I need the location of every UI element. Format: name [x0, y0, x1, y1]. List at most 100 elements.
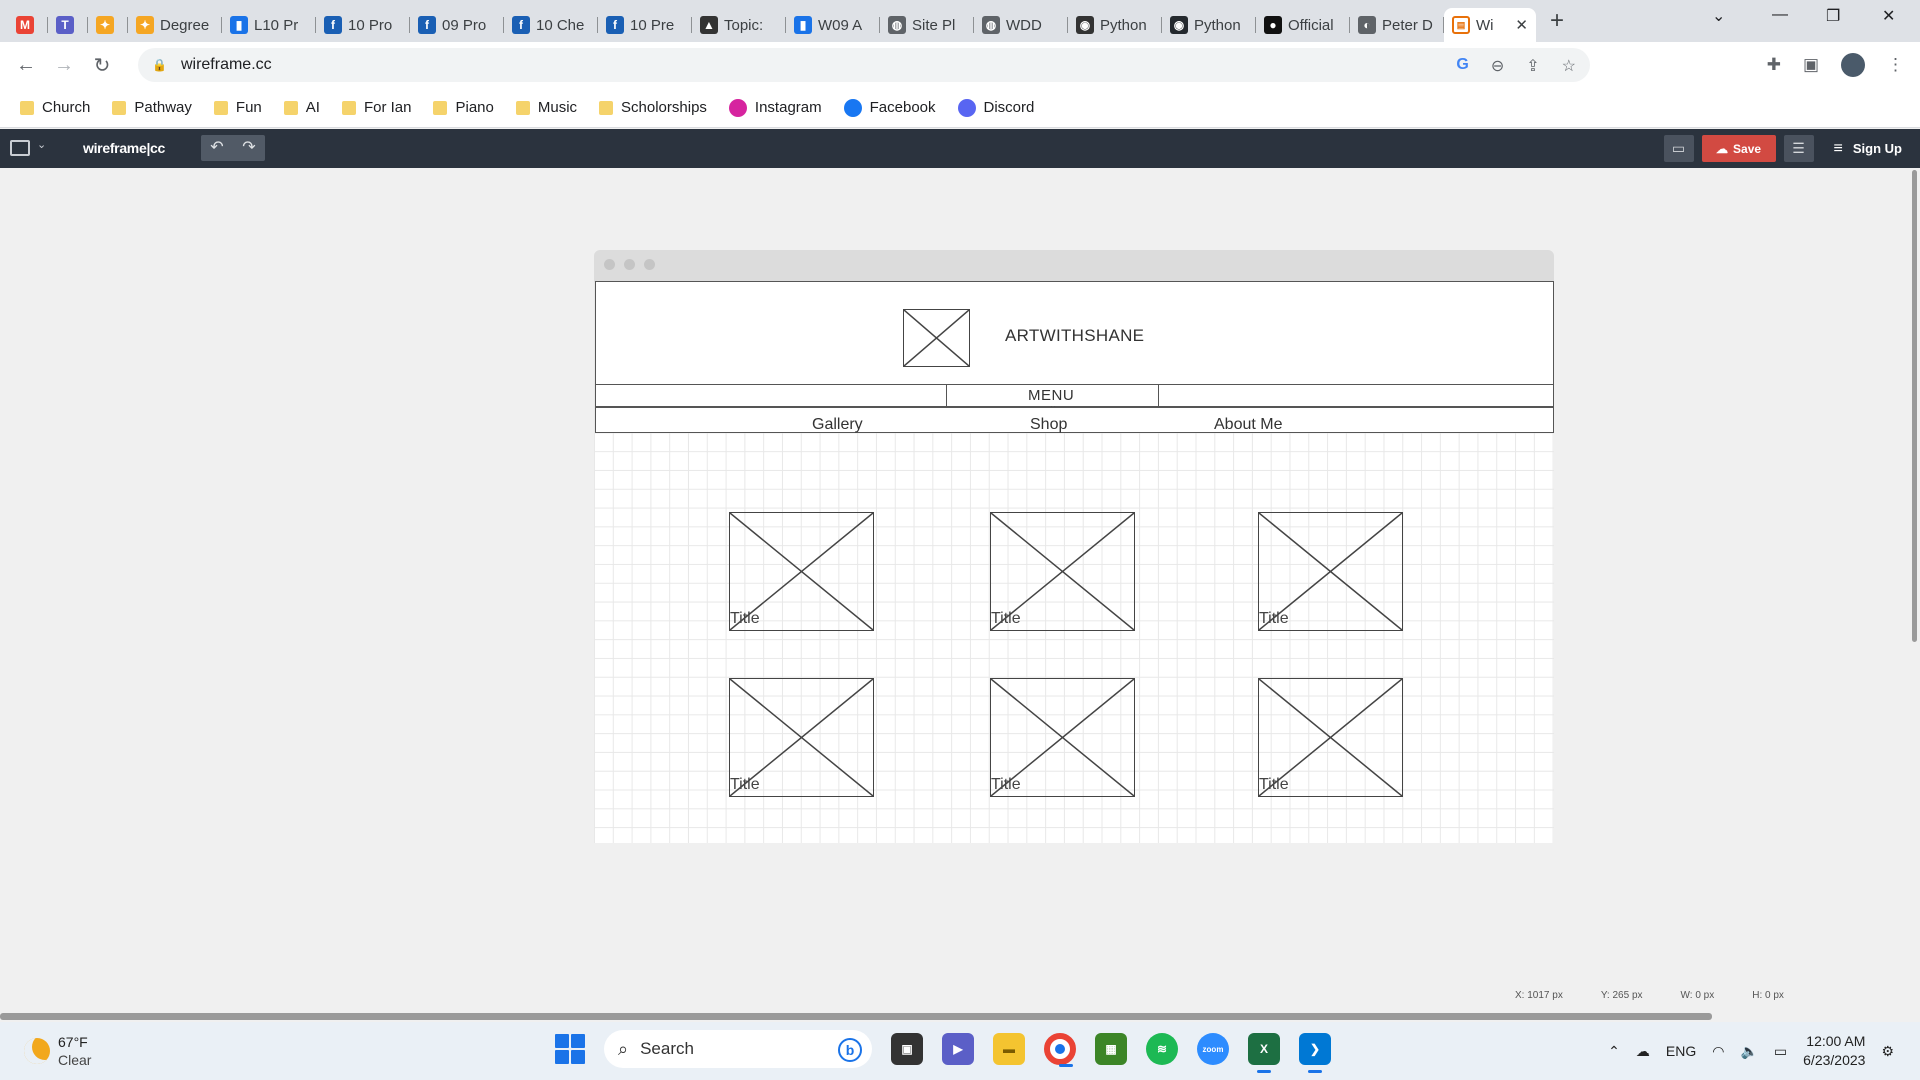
browser-tab[interactable]: ▮ W09 A: [786, 8, 880, 42]
bookmark-scholorships[interactable]: Scholorships: [599, 99, 707, 116]
browser-tab[interactable]: ● Official: [1256, 8, 1350, 42]
browser-tab[interactable]: ◉ Python: [1068, 8, 1162, 42]
nav-gallery[interactable]: Gallery: [812, 416, 863, 434]
weather-widget[interactable]: 67°F Clear: [24, 1033, 91, 1069]
new-tab-button[interactable]: +: [1550, 7, 1564, 35]
nav-shop[interactable]: Shop: [1030, 416, 1067, 434]
browser-tab[interactable]: ✦ Degree: [128, 8, 222, 42]
zoom-icon[interactable]: ⊖: [1491, 56, 1504, 76]
site-name[interactable]: ARTWITHSHANE: [1005, 326, 1144, 346]
bookmark-fun[interactable]: Fun: [213, 99, 262, 116]
more-menu-icon[interactable]: ⋮: [1887, 55, 1904, 75]
windows-start-icon[interactable]: [555, 1034, 585, 1064]
redo-icon[interactable]: ↷: [233, 135, 265, 161]
bookmark-for-ian[interactable]: For Ian: [341, 99, 411, 116]
back-icon[interactable]: ←: [14, 54, 38, 77]
reload-icon[interactable]: ↻: [90, 53, 114, 78]
bookmark-music[interactable]: Music: [515, 99, 577, 116]
browser-tab[interactable]: ◍ WDD: [974, 8, 1068, 42]
card-title[interactable]: Title: [1259, 776, 1289, 794]
file-explorer-icon[interactable]: ▬: [993, 1033, 1025, 1065]
card-title[interactable]: Title: [730, 610, 760, 628]
taskbar-search[interactable]: ⌕ Search b: [604, 1030, 872, 1068]
language-indicator[interactable]: ENG: [1666, 1043, 1696, 1059]
close-tab-icon[interactable]: ✕: [1515, 16, 1528, 34]
card-title[interactable]: Title: [991, 776, 1021, 794]
undo-icon[interactable]: ↶: [201, 135, 233, 161]
date: 6/23/2023: [1803, 1052, 1866, 1068]
signup-button[interactable]: ≡ Sign Up: [1834, 140, 1902, 158]
bookmark-pathway[interactable]: Pathway: [112, 99, 192, 116]
save-button[interactable]: ☁ Save: [1701, 135, 1776, 162]
teams-chat-icon[interactable]: ▶: [942, 1033, 974, 1065]
logo-placeholder[interactable]: [903, 309, 970, 367]
bookmark-label: Facebook: [869, 99, 936, 116]
card-title[interactable]: Title: [730, 776, 760, 794]
share-icon[interactable]: ⇪: [1526, 56, 1539, 76]
window-icon[interactable]: [10, 140, 30, 156]
volume-icon[interactable]: 🔈: [1740, 1043, 1757, 1060]
lock-icon[interactable]: 🔒: [152, 58, 167, 72]
bookmark-church[interactable]: Church: [20, 99, 90, 116]
minimize-icon[interactable]: —: [1772, 6, 1788, 24]
chevron-down-icon[interactable]: ⌄: [37, 138, 46, 151]
onedrive-icon[interactable]: ☁: [1636, 1043, 1650, 1060]
close-window-icon[interactable]: ✕: [1882, 6, 1895, 26]
nav-about-me[interactable]: About Me: [1214, 416, 1282, 434]
url-bar[interactable]: 🔒 wireframe.cc G ⊖ ⇪ ☆: [138, 48, 1590, 82]
browser-tab[interactable]: ◐ Peter D: [1350, 8, 1444, 42]
github-icon: ◉: [1170, 16, 1188, 34]
wifi-icon[interactable]: ◠: [1712, 1043, 1724, 1060]
horizontal-scrollbar[interactable]: [0, 1013, 1920, 1022]
browser-tab[interactable]: ✦: [88, 8, 128, 42]
browser-tab[interactable]: ▮ L10 Pr: [222, 8, 316, 42]
bookmark-ai[interactable]: AI: [283, 99, 320, 116]
side-panel-icon[interactable]: ▣: [1803, 55, 1819, 75]
chrome-icon[interactable]: [1044, 1033, 1076, 1067]
bookmark-facebook[interactable]: Facebook: [843, 98, 936, 117]
browser-tab[interactable]: f 10 Che: [504, 8, 598, 42]
excel-icon[interactable]: X: [1248, 1033, 1280, 1073]
browser-tab[interactable]: f 10 Pre: [598, 8, 692, 42]
browser-tab[interactable]: f 09 Pro: [410, 8, 504, 42]
browser-tab[interactable]: ▲ Topic:: [692, 8, 786, 42]
zoom-icon[interactable]: zoom: [1197, 1033, 1229, 1065]
browser-tab[interactable]: M: [8, 8, 48, 42]
extensions-icon[interactable]: ✚: [1767, 55, 1781, 75]
bing-icon[interactable]: b: [838, 1038, 862, 1062]
forward-icon[interactable]: →: [52, 54, 76, 77]
minecraft-icon[interactable]: ▦: [1095, 1033, 1127, 1065]
bookmark-discord[interactable]: Discord: [957, 98, 1034, 117]
tab-search-icon[interactable]: ⌄: [1712, 6, 1725, 26]
task-view-icon[interactable]: ▣: [891, 1033, 923, 1065]
bookmark-piano[interactable]: Piano: [433, 99, 494, 116]
bookmark-instagram[interactable]: Instagram: [728, 98, 822, 117]
google-icon[interactable]: G: [1456, 56, 1468, 76]
card-title[interactable]: Title: [991, 610, 1021, 628]
browser-tab[interactable]: f 10 Pro: [316, 8, 410, 42]
browser-tab[interactable]: ◉ Python: [1162, 8, 1256, 42]
card-title[interactable]: Title: [1259, 610, 1289, 628]
comment-icon[interactable]: ▭: [1663, 135, 1694, 162]
settings-sliders-icon[interactable]: ☰: [1783, 135, 1814, 162]
horizontal-scroll-thumb[interactable]: [0, 1013, 1712, 1020]
wireframe-icon: ▤: [1452, 16, 1470, 34]
browser-tab[interactable]: ◍ Site Pl: [880, 8, 974, 42]
tab-label: WDD: [1006, 16, 1042, 34]
bookmark-star-icon[interactable]: ☆: [1562, 56, 1576, 76]
globe-icon: ◍: [888, 16, 906, 34]
browser-tab[interactable]: T: [48, 8, 88, 42]
vscode-icon[interactable]: ❯: [1299, 1033, 1331, 1073]
search-placeholder: Search: [640, 1039, 694, 1058]
profile-avatar[interactable]: [1841, 53, 1865, 77]
vertical-scroll-thumb[interactable]: [1912, 170, 1917, 642]
battery-icon[interactable]: ▭: [1774, 1043, 1787, 1060]
spotify-icon[interactable]: ≋: [1146, 1033, 1178, 1065]
clock[interactable]: 12:00 AM 6/23/2023: [1803, 1032, 1865, 1070]
notification-icon[interactable]: ⚙: [1881, 1043, 1894, 1060]
tab-active[interactable]: ▤ Wi ✕: [1444, 8, 1536, 42]
nav-row[interactable]: [595, 407, 1554, 433]
vertical-scrollbar[interactable]: [1910, 168, 1920, 1013]
restore-icon[interactable]: ❐: [1826, 6, 1840, 26]
show-hidden-icons-icon[interactable]: ⌃: [1608, 1043, 1620, 1060]
